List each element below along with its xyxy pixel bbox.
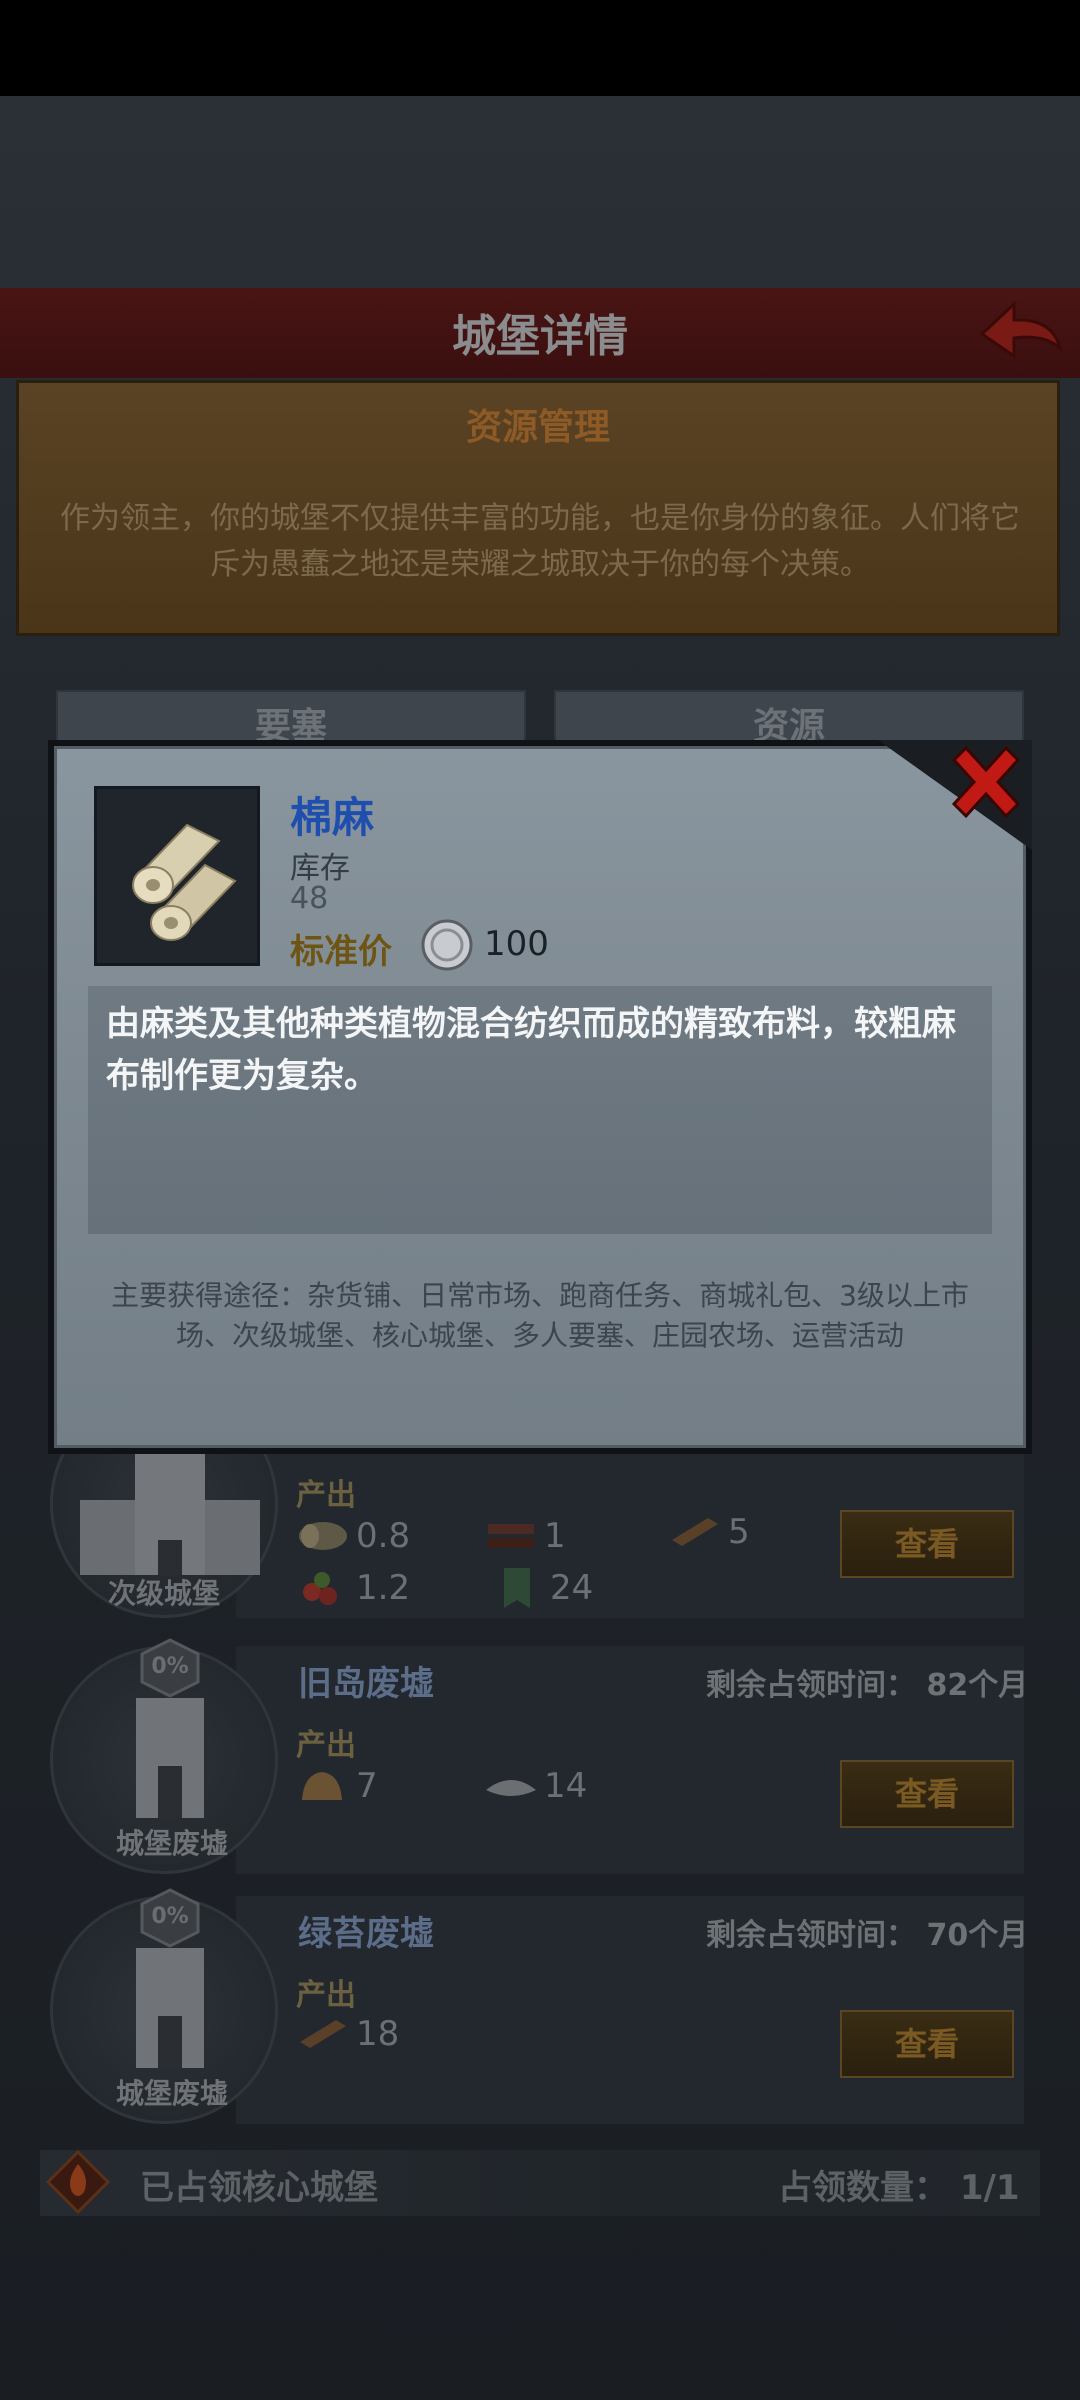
resource-plank: 5	[668, 1510, 750, 1554]
salt-icon	[486, 1780, 536, 1796]
resource-value: 1.2	[356, 1568, 411, 1608]
occupation-badge: 0%	[151, 1904, 189, 1929]
status-bar	[0, 0, 1080, 96]
silver-coin-icon	[421, 919, 473, 971]
produce-label: 产出	[296, 1978, 356, 2013]
castle-name: 旧岛废墟	[298, 1664, 434, 1704]
resource-banner: 24	[490, 1566, 593, 1610]
resource-timber: 1	[484, 1514, 566, 1558]
resource-value: 24	[550, 1568, 594, 1608]
core-castle-status: 已占领核心城堡	[140, 2168, 378, 2208]
castle-icon	[80, 1450, 260, 1575]
castle-type-label: 城堡废墟	[115, 2077, 228, 2110]
close-icon[interactable]	[946, 742, 1026, 822]
ore-icon	[302, 1772, 342, 1800]
occupation-count: 占领数量： 1/1	[778, 2168, 1020, 2208]
resource-value: 14	[544, 1766, 588, 1806]
view-button[interactable]: 查看	[840, 1510, 1014, 1578]
wood-log-icon	[299, 1522, 347, 1550]
occupation-badge: 0%	[151, 1654, 189, 1679]
resource-salt: 14	[484, 1764, 587, 1808]
item-description: 由麻类及其他种类植物混合纺织而成的精致布料，较粗麻布制作更为复杂。	[106, 1004, 956, 1096]
resource-value: 7	[356, 1766, 378, 1806]
resource-berry: 1.2	[296, 1566, 410, 1610]
view-button[interactable]: 查看	[840, 1760, 1014, 1828]
price-value: 100	[484, 924, 549, 964]
castle-type-label: 城堡废墟	[115, 1827, 228, 1860]
view-button[interactable]: 查看	[840, 2010, 1014, 2078]
produce-label: 产出	[296, 1728, 356, 1763]
price-label: 标准价	[290, 932, 392, 972]
page-title: 城堡详情	[452, 311, 628, 362]
resource-value: 0.8	[356, 1516, 411, 1556]
remaining-time: 剩余占领时间： 82个月	[706, 1668, 1029, 1703]
resource-value: 5	[728, 1512, 750, 1552]
remaining-time: 剩余占领时间： 70个月	[706, 1918, 1029, 1953]
resource-ore: 7	[296, 1764, 378, 1808]
item-name: 棉麻	[290, 793, 375, 842]
berry-icon	[303, 1572, 337, 1605]
castle-type-label: 次级城堡	[107, 1577, 220, 1610]
timber-icon	[488, 1524, 534, 1548]
cloth-roll-icon	[132, 823, 237, 941]
item-icon-frame	[94, 786, 260, 966]
resource-plank: 18	[296, 2012, 399, 2056]
back-arrow-icon[interactable]	[974, 296, 1066, 366]
plank-icon	[300, 2020, 346, 2048]
resource-management-text: 作为领主，你的城堡不仅提供丰富的功能，也是你身份的象征。人们将它斥为愚蠢之地还是…	[60, 501, 1020, 582]
banner-icon	[504, 1568, 530, 1608]
resource-value: 1	[544, 1516, 566, 1556]
produce-label: 产出	[296, 1478, 356, 1513]
fire-emblem-icon	[46, 2150, 110, 2214]
stock-value: 48	[290, 881, 329, 916]
resource-wood-log: 0.8	[296, 1514, 410, 1558]
resource-management-title: 资源管理	[465, 407, 610, 448]
resource-value: 18	[356, 2014, 400, 2054]
item-sources: 主要获得途径：杂货铺、日常市场、跑商任务、商城礼包、3级以上市场、次级城堡、核心…	[111, 1279, 969, 1352]
castle-name: 绿苔废墟	[298, 1914, 434, 1954]
plank-icon	[672, 1518, 718, 1546]
